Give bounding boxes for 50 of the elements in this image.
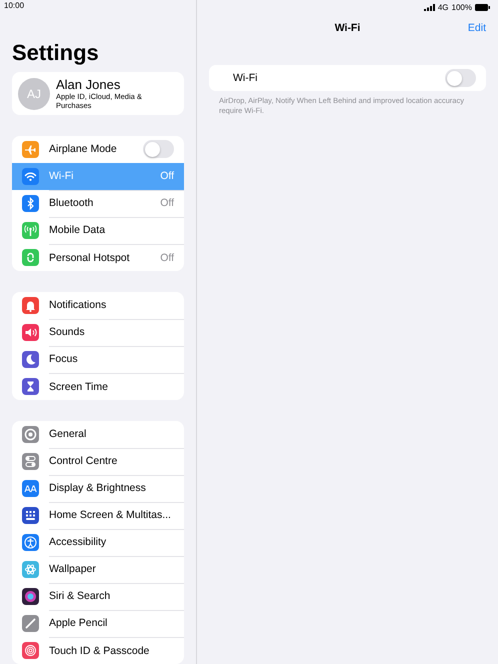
settings-row[interactable]: Home Screen & Multitas... — [12, 502, 184, 529]
settings-row[interactable]: Notifications — [12, 292, 184, 319]
network-label: 4G — [438, 2, 449, 12]
settings-row[interactable]: General — [12, 421, 184, 448]
antenna-icon — [22, 222, 39, 239]
chain-icon — [22, 249, 39, 266]
settings-row[interactable]: Mobile Data — [12, 217, 184, 244]
settings-row[interactable]: Focus — [12, 346, 184, 373]
grid-icon — [22, 507, 39, 524]
setting-label: Wi-Fi — [233, 72, 258, 84]
toggle-switch[interactable] — [143, 140, 174, 158]
wifi-icon — [22, 168, 39, 185]
signal-icon — [424, 4, 435, 10]
hourglass-icon — [22, 378, 39, 395]
moon-icon — [22, 351, 39, 368]
speaker-icon — [22, 324, 39, 341]
row-value: Off — [160, 170, 174, 182]
gear-icon — [22, 426, 39, 443]
status-time: 10:00 — [4, 0, 24, 10]
orb-icon — [22, 588, 39, 605]
settings-row[interactable]: Bluetooth Off — [12, 190, 184, 217]
settings-row[interactable]: Display & Brightness — [12, 475, 184, 502]
settings-row[interactable]: Siri & Search — [12, 583, 184, 610]
battery-percent: 100% — [452, 2, 472, 12]
row-value: Off — [160, 197, 174, 209]
person-circle-icon — [22, 534, 39, 551]
letters-icon — [22, 480, 39, 497]
settings-row[interactable]: Sounds — [12, 319, 184, 346]
battery-icon — [475, 4, 490, 10]
profile-name: Alan Jones — [56, 77, 122, 92]
bluetooth-icon — [22, 195, 39, 212]
edit-button[interactable]: Edit — [468, 22, 486, 34]
bell-icon — [22, 297, 39, 314]
toggle-switch[interactable] — [445, 69, 476, 87]
fingerprint-icon — [22, 642, 39, 659]
row-value: Off — [160, 252, 174, 264]
settings-row[interactable]: Apple Pencil — [12, 610, 184, 637]
settings-row[interactable]: Accessibility — [12, 529, 184, 556]
settings-row[interactable]: Screen Time — [12, 373, 184, 400]
settings-row[interactable]: Personal Hotspot Off — [12, 244, 184, 271]
pencil-icon — [22, 615, 39, 632]
settings-row[interactable]: Control Centre — [12, 448, 184, 475]
airplane-icon — [22, 141, 39, 158]
settings-row[interactable]: Touch ID & Passcode — [12, 637, 184, 664]
switches-icon — [22, 453, 39, 470]
settings-row[interactable]: Wallpaper — [12, 556, 184, 583]
page-title: Settings — [12, 40, 100, 66]
nav-title: Wi-Fi — [334, 22, 360, 34]
avatar: AJ — [18, 78, 50, 110]
flower-icon — [22, 561, 39, 578]
